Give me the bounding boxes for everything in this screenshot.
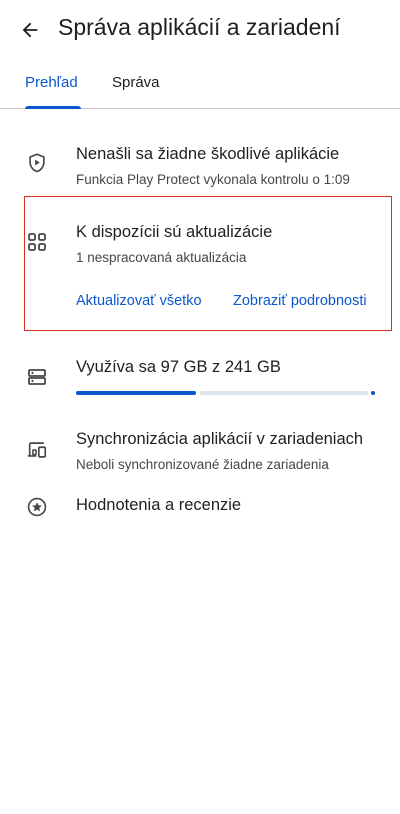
arrow-left-icon [22, 22, 38, 38]
active-tab-indicator [25, 106, 81, 109]
storage-used-segment [76, 391, 196, 395]
ratings-row[interactable]: Hodnotenia a recenzie [0, 490, 400, 526]
storage-icon [26, 366, 48, 388]
play-protect-subtitle: Funkcia Play Protect vykonala kontrolu o… [76, 172, 350, 187]
page-title: Správa aplikácií a zariadení [58, 14, 341, 40]
devices-sync-icon [26, 439, 48, 461]
sync-row[interactable]: Synchronizácia aplikácií v zariadeniach … [0, 425, 400, 477]
play-protect-title: Nenašli sa žiadne škodlivé aplikácie [76, 145, 340, 163]
update-all-button[interactable]: Aktualizovať všetko [76, 293, 202, 309]
star-circle-icon [26, 496, 48, 518]
storage-free-segment [200, 391, 368, 395]
updates-subtitle: 1 nespracovaná aktualizácia [76, 250, 247, 265]
storage-title: Využíva sa 97 GB z 241 GB [76, 358, 281, 376]
top-app-bar: Správa aplikácií a zariadení [0, 0, 400, 60]
updates-row[interactable]: K dispozícii sú aktualizácie 1 nespracov… [0, 218, 400, 274]
play-protect-row[interactable]: Nenašli sa žiadne škodlivé aplikácie Fun… [0, 140, 400, 192]
shield-play-icon [26, 152, 48, 174]
storage-usage-bar [76, 391, 375, 395]
ratings-title: Hodnotenia a recenzie [76, 496, 242, 514]
app-screen: Správa aplikácií a zariadení Prehľad Spr… [0, 0, 400, 814]
tab-manage[interactable]: Správa [112, 74, 160, 91]
back-button[interactable] [14, 16, 46, 44]
storage-bar-end-dot [371, 391, 375, 395]
updates-title: K dispozícii sú aktualizácie [76, 223, 273, 241]
show-details-button[interactable]: Zobraziť podrobnosti [233, 293, 367, 309]
tab-overview[interactable]: Prehľad [25, 74, 78, 91]
tab-bar: Prehľad Správa [0, 62, 400, 109]
apps-grid-icon [26, 231, 48, 253]
sync-subtitle: Neboli synchronizované žiadne zariadenia [76, 457, 329, 472]
sync-title: Synchronizácia aplikácií v zariadeniach [76, 430, 364, 448]
